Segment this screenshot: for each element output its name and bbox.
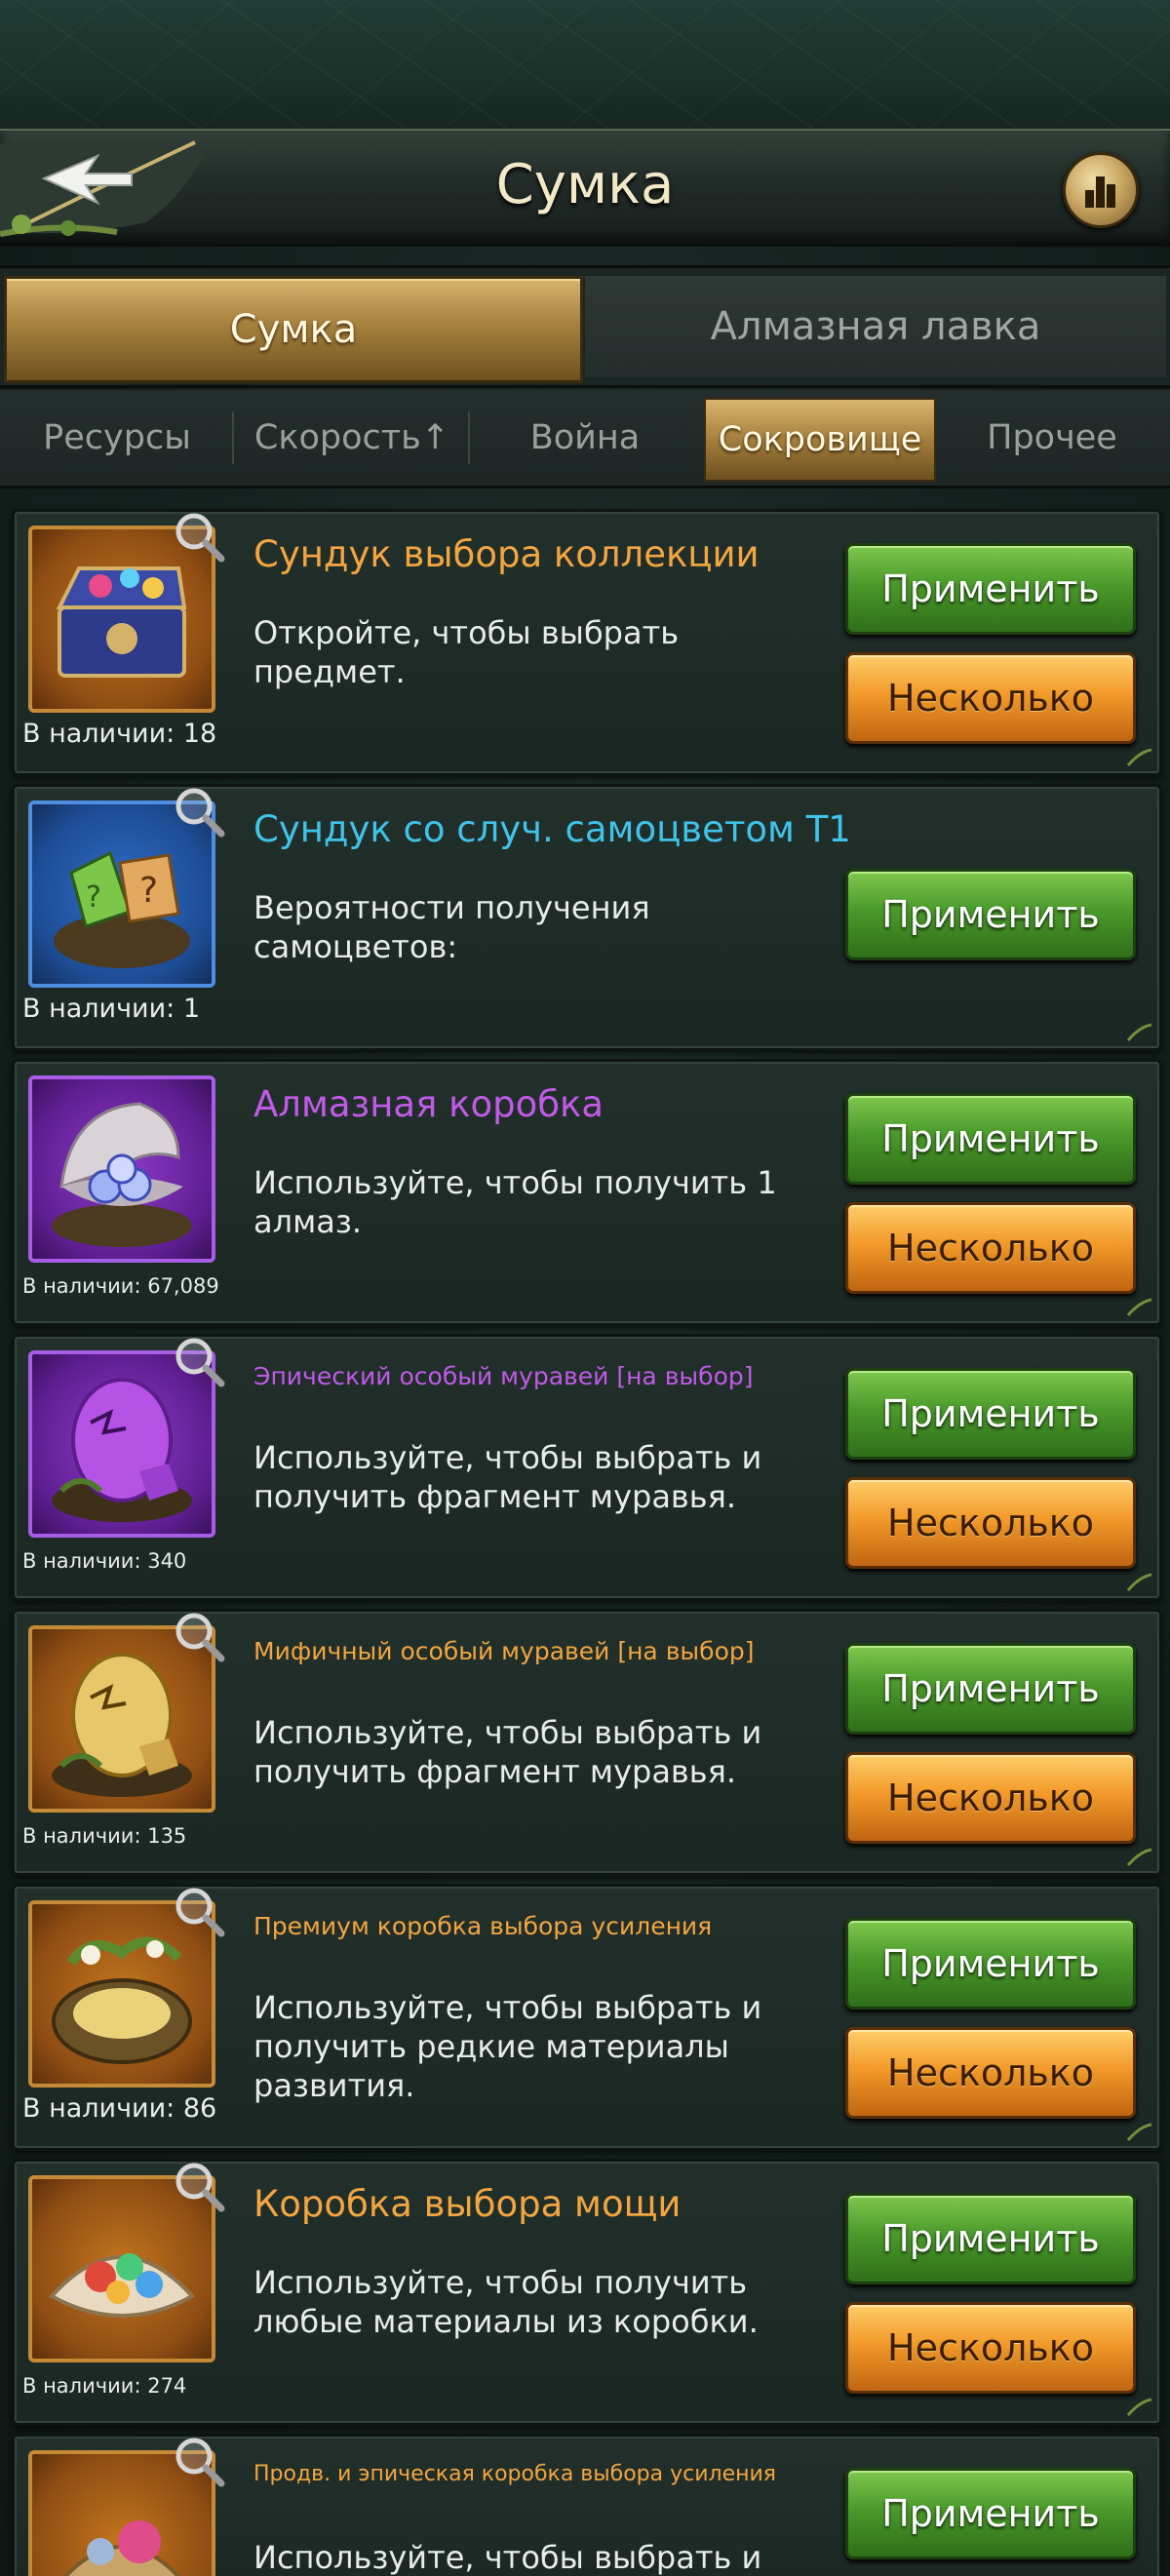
multi-use-button[interactable]: Несколько xyxy=(845,652,1136,744)
vine-decoration xyxy=(1126,1298,1152,1316)
apply-button[interactable]: Применить xyxy=(845,2468,1136,2559)
item-name: Алмазная коробка xyxy=(254,1083,604,1125)
list-item: В наличии: 340 Эпический особый муравей … xyxy=(12,1334,1162,1601)
category-tab-bar: Ресурсы Скорость↑ Война Сокровище Прочее xyxy=(0,390,1170,488)
multi-use-button[interactable]: Несколько xyxy=(845,1202,1136,1294)
tab-speedups[interactable]: Скорость↑ xyxy=(240,398,464,478)
apply-button[interactable]: Применить xyxy=(845,1368,1136,1460)
apply-button[interactable]: Применить xyxy=(845,1643,1136,1735)
tab-other[interactable]: Прочее xyxy=(944,398,1160,478)
arrow-left-icon xyxy=(0,138,205,237)
list-item: В наличии: 274 Коробка выбора мощи Испол… xyxy=(12,2159,1162,2426)
tab-resources[interactable]: Ресурсы xyxy=(10,398,224,478)
diamond-shell-icon xyxy=(52,1102,192,1247)
list-item: Продв. и эпическая коробка выбора усилен… xyxy=(12,2434,1162,2576)
multi-use-button[interactable]: Несколько xyxy=(845,1477,1136,1569)
item-count: В наличии: 340 xyxy=(22,1549,187,1573)
item-icon[interactable] xyxy=(28,1075,215,1263)
list-item: В наличии: 86 Премиум коробка выбора уси… xyxy=(12,1884,1162,2151)
item-name: Эпический особый муравей [на выбор] xyxy=(254,1362,754,1390)
magnifier-icon[interactable] xyxy=(171,1883,225,1937)
item-name: Сундук выбора коллекции xyxy=(254,533,760,575)
item-count: В наличии: 135 xyxy=(22,1824,187,1848)
multi-use-button[interactable]: Несколько xyxy=(845,1752,1136,1844)
tab-bag[interactable]: Сумка xyxy=(4,276,583,383)
list-item: В наличии: 135 Мифичный особый муравей [… xyxy=(12,1609,1162,1876)
magnifier-icon[interactable] xyxy=(171,1608,225,1662)
apply-button[interactable]: Применить xyxy=(845,1093,1136,1185)
list-item: В наличии: 18 Сундук выбора коллекции От… xyxy=(12,509,1162,776)
tab-divider xyxy=(232,411,234,464)
item-description: Используйте, чтобы выбрать и получить фр… xyxy=(254,1439,762,1515)
magnifier-icon[interactable] xyxy=(171,508,225,563)
item-description: Вероятности получения самоцветов: xyxy=(254,889,650,965)
item-name: Мифичный особый муравей [на выбор] xyxy=(254,1637,755,1665)
vine-decoration xyxy=(1126,1848,1152,1866)
item-count: В наличии: 86 xyxy=(22,2093,217,2124)
item-count: В наличии: 18 xyxy=(22,719,217,749)
apply-button[interactable]: Применить xyxy=(845,869,1136,960)
back-button[interactable] xyxy=(0,135,219,237)
leaderboard-icon xyxy=(1085,176,1115,208)
multi-use-button[interactable]: Несколько xyxy=(845,2302,1136,2394)
svg-text:?: ? xyxy=(86,880,101,915)
item-description: Используйте, чтобы выбрать и получить ре… xyxy=(254,1989,762,2104)
vine-decoration xyxy=(1126,2123,1152,2141)
page-title: Сумка xyxy=(495,153,675,216)
item-name: Продв. и эпическая коробка выбора усилен… xyxy=(254,2462,777,2486)
item-description: Используйте, чтобы выбрать и xyxy=(254,2539,762,2576)
magnifier-icon[interactable] xyxy=(171,2433,225,2487)
apply-button[interactable]: Применить xyxy=(845,543,1136,635)
tab-diamond-shop[interactable]: Алмазная лавка xyxy=(585,276,1166,377)
main-tab-bar: Сумка Алмазная лавка xyxy=(0,265,1170,388)
magnifier-icon[interactable] xyxy=(171,2158,225,2212)
list-item: ? ? В наличии: 1 Сундук со случ. самоцве… xyxy=(12,784,1162,1051)
item-count: В наличии: 274 xyxy=(22,2374,187,2398)
leaderboard-button[interactable] xyxy=(1063,152,1139,228)
vine-decoration xyxy=(1126,1023,1152,1041)
magnifier-icon[interactable] xyxy=(171,783,225,838)
item-description: Используйте, чтобы получить 1 алмаз. xyxy=(254,1164,777,1240)
svg-text:?: ? xyxy=(139,871,158,911)
item-description: Откройте, чтобы выбрать предмет. xyxy=(254,614,680,690)
item-description: Используйте, чтобы выбрать и получить фр… xyxy=(254,1714,762,1790)
tab-treasure[interactable]: Сокровище xyxy=(704,398,936,482)
magnifier-icon[interactable] xyxy=(171,1333,225,1387)
item-name: Сундук со случ. самоцветом T1 xyxy=(254,808,851,850)
multi-use-button[interactable]: Несколько xyxy=(845,2027,1136,2119)
item-count: В наличии: 67,089 xyxy=(22,1274,219,1298)
item-description: Используйте, чтобы получить любые матери… xyxy=(254,2264,759,2340)
vine-decoration xyxy=(1126,1573,1152,1591)
item-name: Коробка выбора мощи xyxy=(254,2183,682,2225)
list-item: В наличии: 67,089 Алмазная коробка Испол… xyxy=(12,1059,1162,1326)
item-count: В наличии: 1 xyxy=(22,994,201,1024)
item-name: Премиум коробка выбора усиления xyxy=(254,1912,713,1940)
tab-divider xyxy=(468,411,470,464)
apply-button[interactable]: Применить xyxy=(845,1918,1136,2010)
tab-war[interactable]: Война xyxy=(478,398,692,478)
background-canopy xyxy=(0,0,1170,132)
vine-decoration xyxy=(1126,2398,1152,2416)
apply-button[interactable]: Применить xyxy=(845,2193,1136,2284)
vine-decoration xyxy=(1126,748,1152,766)
